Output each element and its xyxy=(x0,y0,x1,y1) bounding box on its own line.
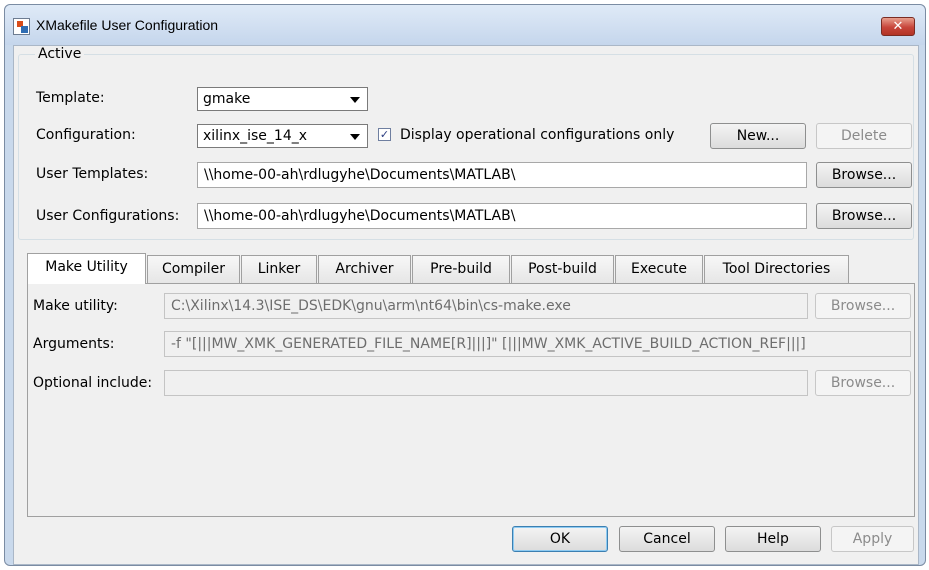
chevron-down-icon xyxy=(350,134,360,140)
tab-pre-build[interactable]: Pre-build xyxy=(412,255,510,283)
optional-include-field[interactable] xyxy=(164,370,808,396)
arguments-label: Arguments: xyxy=(33,336,115,352)
make-utility-field[interactable]: C:\Xilinx\14.3\ISE_DS\EDK\gnu\arm\nt64\b… xyxy=(164,293,808,319)
arguments-field[interactable]: -f "[|||MW_XMK_GENERATED_FILE_NAME[R]|||… xyxy=(164,331,911,357)
apply-button[interactable]: Apply xyxy=(831,526,914,552)
tab-archiver[interactable]: Archiver xyxy=(318,255,411,283)
tab-post-build[interactable]: Post-build xyxy=(511,255,614,283)
user-configurations-browse-button[interactable]: Browse... xyxy=(816,203,912,229)
display-operational-checkbox[interactable]: ✓ xyxy=(378,128,391,141)
dialog-window: XMakefile User Configuration ✕ Active Te… xyxy=(4,4,926,566)
title-bar[interactable]: XMakefile User Configuration ✕ xyxy=(5,5,925,45)
template-label: Template: xyxy=(36,90,105,106)
user-templates-field[interactable]: \\home-00-ah\rdlugyhe\Documents\MATLAB\ xyxy=(197,162,807,188)
optional-include-label: Optional include: xyxy=(33,375,153,391)
user-configurations-label: User Configurations: xyxy=(36,208,180,224)
template-value: gmake xyxy=(203,91,251,107)
optional-include-browse-button[interactable]: Browse... xyxy=(815,370,911,396)
tab-linker[interactable]: Linker xyxy=(241,255,317,283)
delete-button[interactable]: Delete xyxy=(816,123,912,149)
make-utility-panel: Make utility: C:\Xilinx\14.3\ISE_DS\EDK\… xyxy=(27,283,915,517)
app-icon xyxy=(13,18,30,35)
configuration-dropdown[interactable]: xilinx_ise_14_x xyxy=(197,124,368,148)
new-button[interactable]: New... xyxy=(710,123,806,149)
user-templates-browse-button[interactable]: Browse... xyxy=(816,162,912,188)
tab-make-utility[interactable]: Make Utility xyxy=(27,253,146,284)
configuration-value: xilinx_ise_14_x xyxy=(203,128,308,144)
user-configurations-field[interactable]: \\home-00-ah\rdlugyhe\Documents\MATLAB\ xyxy=(197,203,807,229)
cancel-button[interactable]: Cancel xyxy=(619,526,715,552)
make-utility-label: Make utility: xyxy=(33,298,118,314)
chevron-down-icon xyxy=(350,97,360,103)
user-templates-label: User Templates: xyxy=(36,166,149,182)
ok-button[interactable]: OK xyxy=(512,526,608,552)
window-title: XMakefile User Configuration xyxy=(36,17,219,33)
template-dropdown[interactable]: gmake xyxy=(197,87,368,111)
active-group-legend: Active xyxy=(35,46,85,62)
tab-execute[interactable]: Execute xyxy=(615,255,703,283)
close-button[interactable]: ✕ xyxy=(881,17,915,36)
help-button[interactable]: Help xyxy=(725,526,821,552)
make-utility-browse-button[interactable]: Browse... xyxy=(815,293,911,319)
dialog-client-area: Active Template: gmake Configuration: xi… xyxy=(13,45,919,565)
tab-tool-directories[interactable]: Tool Directories xyxy=(704,255,849,283)
display-operational-label: Display operational configurations only xyxy=(400,127,675,143)
tab-compiler[interactable]: Compiler xyxy=(147,255,240,283)
configuration-label: Configuration: xyxy=(36,127,136,143)
